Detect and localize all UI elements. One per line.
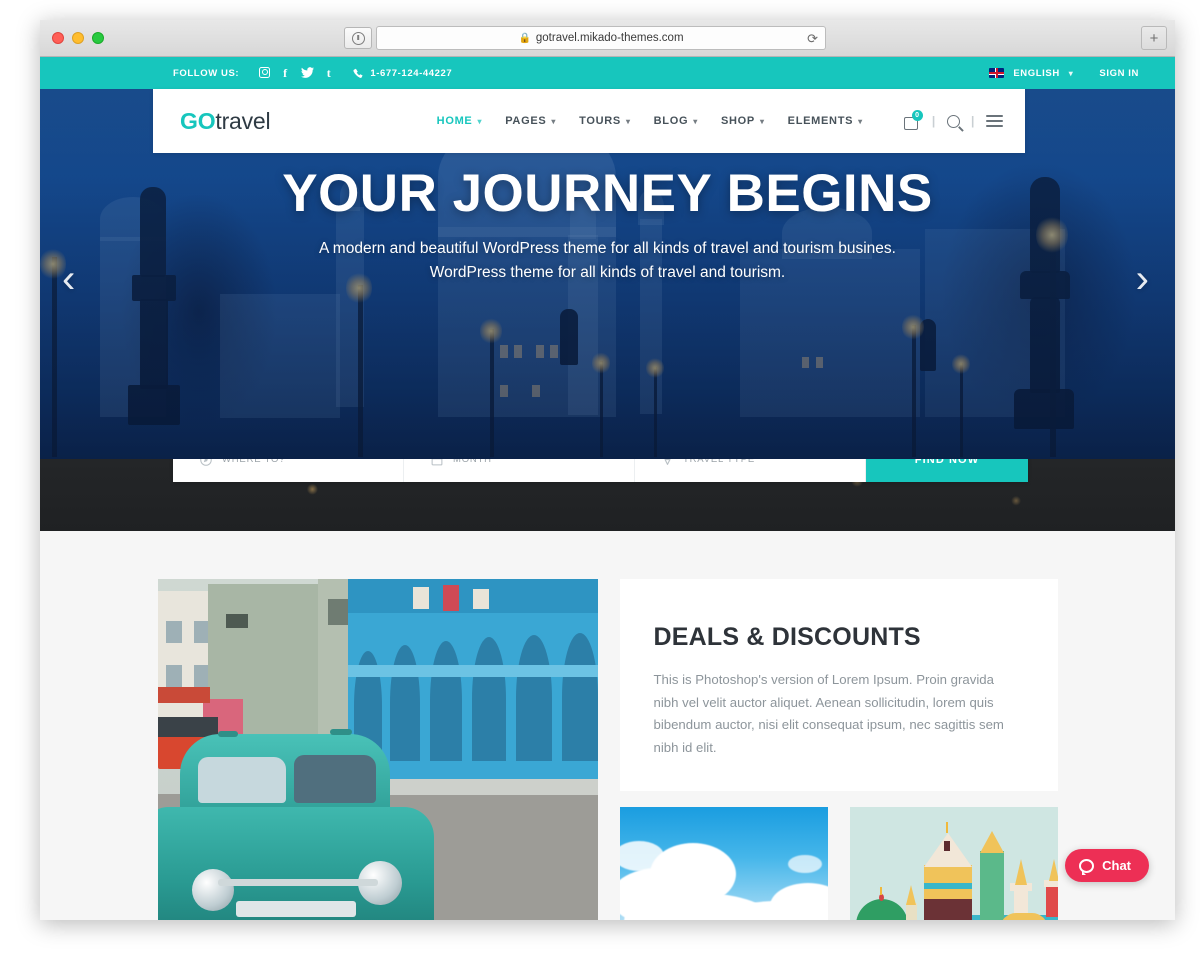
reader-view-button[interactable] [344, 27, 372, 49]
header-icon-group: 0 | | [903, 109, 1003, 130]
chevron-down-icon: ▾ [759, 116, 765, 126]
twitter-icon[interactable] [300, 66, 314, 80]
language-selector-label[interactable]: ENGLISH [1013, 68, 1059, 79]
deals-body-text: This is Photoshop's version of Lorem Ips… [653, 672, 1004, 756]
calendar-icon [431, 459, 443, 466]
search-icon[interactable] [946, 114, 960, 128]
url-text: gotravel.mikado-themes.com [535, 32, 684, 44]
nav-item-elements[interactable]: ELEMENTS ▾ [788, 115, 863, 127]
chevron-down-icon: ▾ [693, 116, 698, 126]
twitter-bird-glyph [300, 66, 314, 78]
nav-item-shop[interactable]: SHOP ▾ [721, 115, 765, 127]
chevron-down-icon: ▾ [858, 116, 863, 126]
icon-divider: | [970, 114, 975, 128]
uk-flag-icon [989, 68, 1005, 78]
new-tab-button[interactable]: + [1141, 26, 1167, 50]
page-viewport: FOLLOW US: f t 1-677-124-44227 ENGLISH ▾ [40, 57, 1175, 920]
instagram-icon[interactable] [259, 66, 271, 80]
chat-bubble-icon [1079, 858, 1095, 875]
topbar-right-group: ENGLISH ▾ SIGN IN [989, 68, 1139, 79]
logo-go-text: GO [180, 107, 216, 134]
chat-widget-button[interactable]: Chat [1065, 849, 1149, 882]
content-grid: DEALS & DISCOUNTS This is Photoshop's ve… [157, 579, 1058, 920]
phone-contact[interactable]: 1-677-124-44227 [353, 68, 452, 79]
search-band: WHERE TO? MONTH TRAVEL TYPE FIND NOW [40, 459, 1175, 531]
tumblr-icon[interactable]: t [327, 67, 332, 79]
hero-subtitle-line-2: WordPress theme for all kinds of travel … [429, 264, 786, 282]
istanbul-skyline-illustration[interactable] [849, 807, 1058, 920]
mini-gallery [619, 807, 1058, 920]
search-field-month-label: MONTH [453, 459, 492, 465]
nav-item-pages-label: PAGES [505, 115, 547, 127]
hero-content: YOUR JOURNEY BEGINS A modern and beautif… [40, 167, 1175, 285]
deals-heading: DEALS & DISCOUNTS [653, 623, 921, 651]
hamburger-menu-icon[interactable] [986, 115, 1003, 127]
phone-icon [353, 68, 363, 78]
logo-travel-text: travel [215, 107, 271, 134]
search-field-month[interactable]: MONTH [404, 459, 635, 482]
reader-icon [351, 31, 365, 45]
chevron-down-icon: ▾ [551, 116, 557, 126]
chevron-down-icon: ▾ [625, 116, 631, 126]
icon-divider: | [931, 114, 936, 128]
tour-search-form: WHERE TO? MONTH TRAVEL TYPE FIND NOW [173, 459, 1028, 482]
maximize-window-button[interactable] [92, 32, 104, 44]
chevron-down-icon[interactable]: ▾ [1069, 69, 1074, 78]
nav-item-pages[interactable]: PAGES ▾ [505, 115, 556, 127]
site-header: GOtravel HOME ▾ PAGES ▾ TOURS ▾ BLOG ▾ S… [153, 89, 1025, 153]
nav-item-tours[interactable]: TOURS ▾ [579, 115, 631, 127]
top-utility-bar: FOLLOW US: f t 1-677-124-44227 ENGLISH ▾ [40, 57, 1175, 89]
main-content: DEALS & DISCOUNTS This is Photoshop's ve… [40, 531, 1175, 920]
sign-in-link[interactable]: SIGN IN [1099, 68, 1139, 79]
hero-subtitle-line-1: A modern and beautiful WordPress theme f… [319, 240, 896, 257]
facebook-icon[interactable]: f [283, 67, 288, 79]
shopping-bag-icon[interactable]: 0 [903, 109, 923, 130]
deals-column: DEALS & DISCOUNTS This is Photoshop's ve… [619, 579, 1058, 920]
minimize-window-button[interactable] [72, 32, 84, 44]
cart-count-badge: 0 [911, 109, 923, 121]
site-logo[interactable]: GOtravel [180, 107, 271, 135]
follow-us-label: FOLLOW US: [173, 67, 240, 79]
search-field-travel-type[interactable]: TRAVEL TYPE [635, 459, 866, 482]
find-now-button[interactable]: FIND NOW [866, 459, 1028, 482]
pin-icon [662, 459, 673, 466]
havana-street-photo[interactable] [157, 579, 598, 920]
nav-item-home-label: HOME [436, 115, 473, 127]
browser-window: 🔒 gotravel.mikado-themes.com ⟳ + FOLLOW … [40, 20, 1175, 920]
lock-icon: 🔒 [518, 32, 531, 44]
browser-chrome: 🔒 gotravel.mikado-themes.com ⟳ + [40, 20, 1175, 57]
nav-item-blog[interactable]: BLOG ▾ [654, 115, 698, 127]
hero-next-arrow[interactable]: › [1136, 259, 1149, 299]
nav-item-tours-label: TOURS [579, 115, 621, 127]
main-navigation: HOME ▾ PAGES ▾ TOURS ▾ BLOG ▾ SHOP ▾ ELE… [437, 109, 1025, 130]
reload-icon[interactable]: ⟳ [807, 31, 818, 47]
search-field-travel-type-label: TRAVEL TYPE [683, 459, 755, 465]
phone-number: 1-677-124-44227 [370, 67, 453, 79]
search-field-where-to[interactable]: WHERE TO? [173, 459, 404, 482]
address-bar[interactable]: 🔒 gotravel.mikado-themes.com ⟳ [376, 26, 826, 50]
nav-item-blog-label: BLOG [653, 115, 689, 127]
window-traffic-lights [52, 32, 104, 44]
nav-item-elements-label: ELEMENTS [787, 115, 854, 127]
chevron-down-icon: ▾ [477, 116, 483, 126]
hero-prev-arrow[interactable]: ‹ [62, 259, 75, 299]
social-links: f t [259, 66, 332, 80]
chat-label: Chat [1102, 858, 1131, 873]
nav-item-home[interactable]: HOME ▾ [437, 115, 483, 127]
close-window-button[interactable] [52, 32, 64, 44]
nav-item-shop-label: SHOP [720, 115, 755, 127]
compass-icon [200, 459, 212, 466]
sky-clouds-photo[interactable] [619, 807, 828, 920]
plus-icon: + [1149, 29, 1159, 47]
hero-title: YOUR JOURNEY BEGINS [282, 164, 933, 223]
search-field-where-to-label: WHERE TO? [222, 459, 286, 465]
deals-card: DEALS & DISCOUNTS This is Photoshop's ve… [619, 579, 1058, 791]
